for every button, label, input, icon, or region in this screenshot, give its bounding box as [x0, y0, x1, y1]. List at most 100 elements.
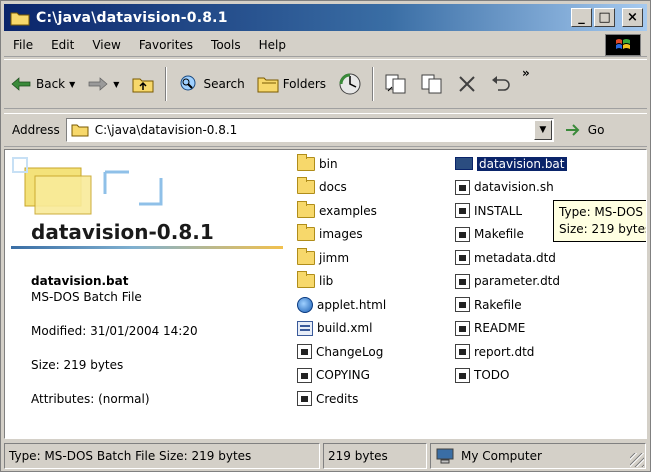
close-button[interactable]: ×: [622, 8, 643, 27]
menu-file[interactable]: File: [4, 38, 42, 52]
file-column-1: bin docs examples images jimm lib applet.html b…: [297, 152, 386, 411]
menu-view[interactable]: View: [83, 38, 129, 52]
document-icon: [455, 226, 470, 242]
search-icon: [180, 75, 196, 91]
history-icon: [339, 73, 361, 95]
go-arrow-icon: [565, 124, 580, 136]
undo-button[interactable]: [484, 67, 518, 101]
up-folder-button[interactable]: [125, 67, 161, 101]
file-column-2: datavision.bat datavision.sh INSTALL Makefi…: [455, 152, 567, 387]
document-icon: [455, 297, 470, 313]
file-item[interactable]: applet.html: [297, 293, 386, 317]
undo-icon: [492, 76, 510, 91]
title-bar[interactable]: C:\java\datavision-0.8.1 _ □ ×: [4, 4, 647, 31]
chevron-down-icon[interactable]: ▼: [113, 80, 119, 89]
move-to-button[interactable]: [378, 67, 414, 101]
history-button[interactable]: [332, 67, 368, 101]
file-name: datavision.sh: [474, 180, 554, 195]
address-label: Address: [12, 123, 60, 137]
folder-icon: [297, 247, 315, 265]
search-button[interactable]: Search: [171, 67, 250, 101]
file-item[interactable]: TODO: [455, 364, 567, 388]
menu-tools[interactable]: Tools: [202, 38, 250, 52]
file-item[interactable]: metadata.dtd: [455, 246, 567, 270]
up-folder-icon: [132, 78, 154, 93]
folder-icon: [71, 124, 89, 137]
document-icon: [455, 179, 470, 195]
address-input[interactable]: C:\java\datavision-0.8.1 ▼: [65, 118, 554, 142]
status-zone-label: My Computer: [461, 449, 542, 463]
details-panel: datavision.bat MS-DOS Batch File Modifie…: [31, 274, 271, 408]
tooltip-type: Type: MS-DOS Batch File: [559, 205, 646, 219]
file-item[interactable]: Makefile: [455, 223, 567, 247]
document-icon: [455, 344, 470, 360]
resize-grip[interactable]: [630, 453, 644, 467]
go-label: Go: [587, 123, 605, 137]
file-item[interactable]: jimm: [297, 246, 386, 270]
file-name: jimm: [319, 250, 350, 265]
file-item[interactable]: bin: [297, 152, 386, 176]
selected-file-size: Size: 219 bytes: [31, 358, 124, 372]
move-to-icon: [385, 74, 406, 94]
windows-logo-icon: [605, 34, 641, 56]
file-name: INSTALL: [474, 203, 523, 218]
file-item[interactable]: README: [455, 317, 567, 341]
file-name: applet.html: [317, 297, 387, 312]
file-name: README: [474, 321, 526, 336]
file-name: TODO: [474, 368, 510, 383]
file-item[interactable]: datavision.sh: [455, 176, 567, 200]
file-item[interactable]: examples: [297, 199, 386, 223]
menu-help[interactable]: Help: [250, 38, 295, 52]
explorer-window: C:\java\datavision-0.8.1 _ □ × File Edit…: [0, 0, 651, 472]
file-item[interactable]: Rakefile: [455, 293, 567, 317]
folder-view[interactable]: datavision-0.8.1 datavision.bat MS-DOS B…: [4, 149, 647, 439]
address-value: C:\java\datavision-0.8.1: [94, 123, 238, 137]
file-tooltip: Type: MS-DOS Batch File Size: 219 bytes: [553, 200, 647, 242]
go-button[interactable]: Go: [564, 122, 605, 138]
file-item[interactable]: parameter.dtd: [455, 270, 567, 294]
back-button[interactable]: Back ▼: [4, 67, 81, 101]
file-name: Rakefile: [474, 297, 522, 312]
document-icon: [297, 367, 312, 383]
document-icon: [455, 367, 470, 383]
file-item[interactable]: Credits: [297, 387, 386, 411]
file-item[interactable]: images: [297, 223, 386, 247]
address-dropdown-button[interactable]: ▼: [533, 120, 552, 140]
tooltip-size: Size: 219 bytes: [559, 222, 647, 236]
toolbar-overflow-chevron[interactable]: »: [522, 66, 530, 80]
document-icon: [455, 273, 470, 289]
document-icon: [297, 344, 312, 360]
menu-edit[interactable]: Edit: [42, 38, 83, 52]
file-item[interactable]: report.dtd: [455, 340, 567, 364]
delete-button[interactable]: [450, 67, 484, 101]
file-item[interactable]: lib: [297, 270, 386, 294]
folders-button[interactable]: Folders: [251, 67, 332, 101]
folder-title: datavision-0.8.1: [31, 220, 214, 244]
toolbar-separator: [165, 67, 168, 101]
forward-button[interactable]: ▼: [81, 67, 125, 101]
file-item[interactable]: INSTALL: [455, 199, 567, 223]
folder-icon: [297, 153, 315, 171]
window-title: C:\java\datavision-0.8.1: [36, 9, 228, 26]
selected-file-type: MS-DOS Batch File: [31, 290, 142, 304]
maximize-button[interactable]: □: [594, 8, 615, 27]
folder-icon: [297, 224, 315, 242]
copy-to-button[interactable]: [414, 67, 450, 101]
menu-favorites[interactable]: Favorites: [130, 38, 202, 52]
file-item[interactable]: datavision.bat: [455, 152, 567, 176]
file-item[interactable]: ChangeLog: [297, 340, 386, 364]
file-name: docs: [319, 180, 347, 195]
file-item[interactable]: COPYING: [297, 364, 386, 388]
chevron-down-icon[interactable]: ▼: [69, 80, 75, 89]
search-label: Search: [203, 77, 245, 91]
file-item[interactable]: docs: [297, 176, 386, 200]
folders-label: Folders: [282, 77, 327, 91]
minimize-button[interactable]: _: [571, 8, 592, 27]
document-icon: [455, 203, 470, 219]
file-name: examples: [319, 203, 377, 218]
file-item[interactable]: build.xml: [297, 317, 386, 341]
address-bar: Address C:\java\datavision-0.8.1 ▼ Go: [4, 113, 647, 147]
file-name: bin: [319, 156, 338, 171]
selected-file-name: datavision.bat: [31, 274, 129, 288]
folder-icon: [10, 10, 30, 26]
